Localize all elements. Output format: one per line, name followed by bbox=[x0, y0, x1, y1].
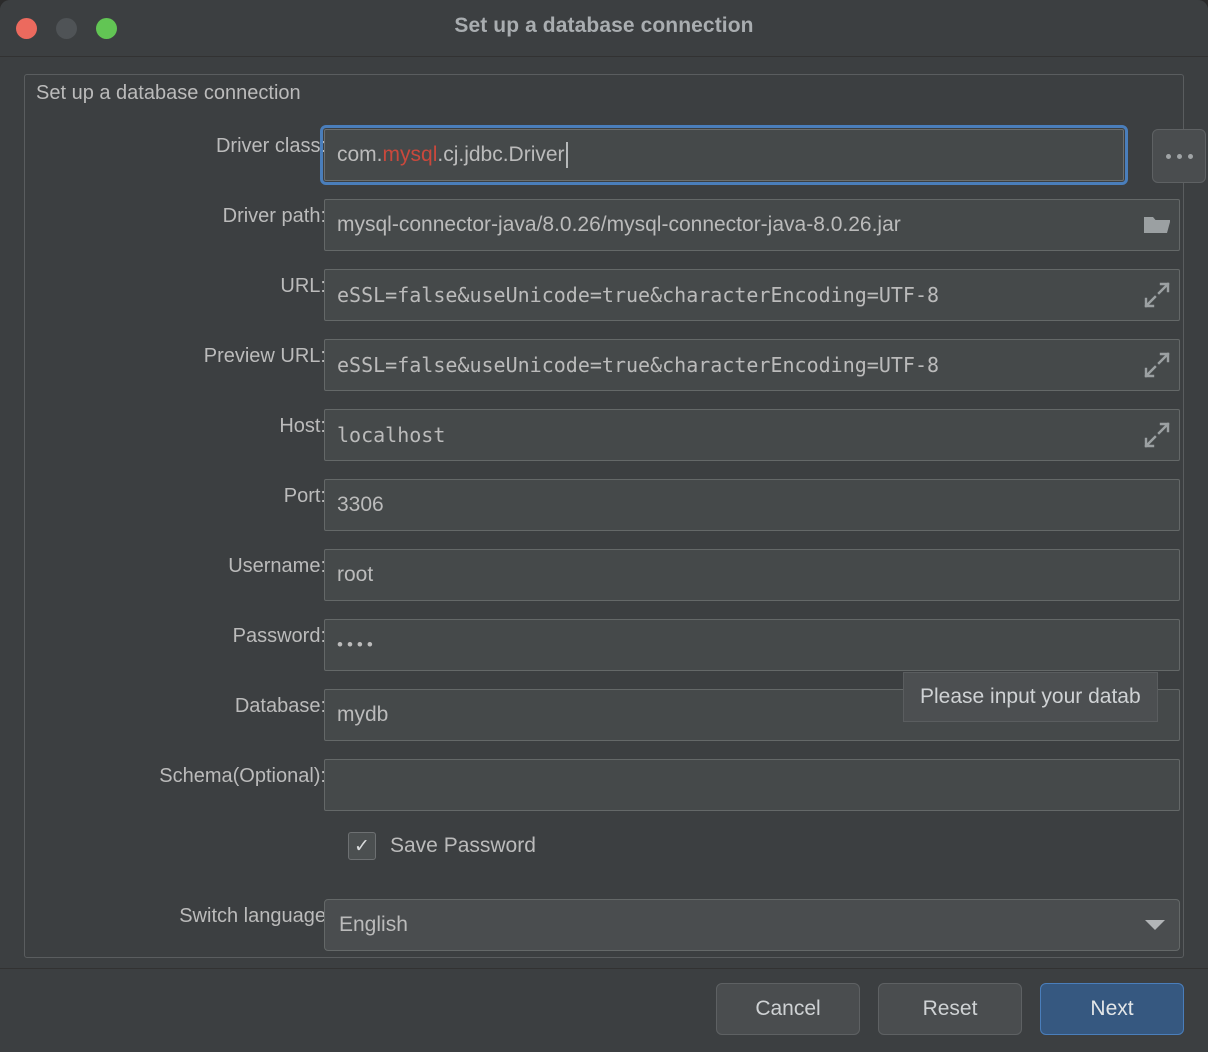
ellipsis-icon bbox=[1165, 153, 1171, 159]
switch-language-select[interactable]: English bbox=[324, 899, 1180, 951]
form-row-preview-url: Preview URL: eSSL=false&useUnicode=true&… bbox=[24, 330, 1184, 400]
form-row-switch-language: Switch language English bbox=[24, 890, 1184, 960]
footer-button-group: Cancel Reset Next bbox=[716, 983, 1184, 1035]
expand-icon[interactable] bbox=[1135, 340, 1179, 390]
folder-icon[interactable] bbox=[1135, 200, 1179, 250]
window-title: Set up a database connection bbox=[454, 14, 754, 37]
save-password-checkbox[interactable]: ✓ bbox=[348, 832, 376, 860]
form-row-schema: Schema(Optional): bbox=[24, 750, 1184, 820]
label-preview-url: Preview URL: bbox=[203, 345, 326, 367]
form-row-password: Password: •••• bbox=[24, 610, 1184, 680]
label-host: Host: bbox=[279, 415, 326, 437]
connection-form: Driver class: com.mysql.cj.jdbc.Driver .… bbox=[24, 120, 1206, 960]
label-schema: Schema(Optional): bbox=[159, 765, 326, 787]
driver-path-value: mysql-connector-java/8.0.26/mysql-connec… bbox=[337, 213, 901, 236]
host-value: localhost bbox=[337, 423, 446, 447]
dialog-window: Set up a database connection Set up a da… bbox=[0, 0, 1208, 1052]
checkmark-icon: ✓ bbox=[354, 835, 370, 857]
driver-class-value-highlight: mysql bbox=[382, 143, 438, 166]
tooltip-text: Please input your datab bbox=[920, 685, 1141, 708]
password-input[interactable]: •••• bbox=[324, 619, 1180, 671]
form-row-host: Host: localhost bbox=[24, 400, 1184, 470]
label-driver-path: Driver path: bbox=[222, 205, 326, 227]
label-driver-class: Driver class: bbox=[215, 135, 326, 157]
driver-path-input[interactable]: mysql-connector-java/8.0.26/mysql-connec… bbox=[324, 199, 1180, 251]
form-row-port: Port: 3306 bbox=[24, 470, 1184, 540]
schema-input[interactable] bbox=[324, 759, 1180, 811]
form-row-save-password: ✓ Save Password bbox=[24, 820, 1184, 890]
group-box-legend: Set up a database connection bbox=[28, 82, 309, 105]
url-value: eSSL=false&useUnicode=true&characterEnco… bbox=[337, 283, 940, 307]
driver-class-input[interactable]: com. mysql .cj.jdbc.Driver bbox=[320, 125, 1128, 185]
driver-class-value-suffix: .cj.jdbc.Driver bbox=[437, 143, 565, 166]
port-value: 3306 bbox=[337, 493, 384, 516]
url-input[interactable]: eSSL=false&useUnicode=true&characterEnco… bbox=[324, 269, 1180, 321]
password-value: •••• bbox=[337, 635, 377, 654]
database-value: mydb bbox=[337, 703, 389, 726]
label-password: Password: bbox=[232, 625, 326, 647]
save-password-label: Save Password bbox=[390, 834, 536, 857]
ellipsis-icon bbox=[1187, 153, 1193, 159]
label-port: Port: bbox=[283, 485, 326, 507]
cancel-button[interactable]: Cancel bbox=[716, 983, 860, 1035]
form-row-driver-path: Driver path: mysql-connector-java/8.0.26… bbox=[24, 190, 1184, 260]
driver-class-value-prefix: com. bbox=[337, 143, 383, 166]
ellipsis-icon bbox=[1176, 153, 1182, 159]
form-row-driver-class: Driver class: com.mysql.cj.jdbc.Driver .… bbox=[24, 120, 1206, 190]
preview-url-input[interactable]: eSSL=false&useUnicode=true&characterEnco… bbox=[324, 339, 1180, 391]
label-username: Username: bbox=[228, 555, 326, 577]
expand-icon[interactable] bbox=[1135, 410, 1179, 460]
port-input[interactable]: 3306 bbox=[324, 479, 1180, 531]
host-input[interactable]: localhost bbox=[324, 409, 1180, 461]
reset-button[interactable]: Reset bbox=[878, 983, 1022, 1035]
label-database: Database: bbox=[234, 695, 326, 717]
preview-url-value: eSSL=false&useUnicode=true&characterEnco… bbox=[337, 353, 940, 377]
save-password-checkbox-group[interactable]: ✓ Save Password bbox=[348, 832, 536, 860]
dialog-footer: Cancel Reset Next bbox=[0, 968, 1208, 1052]
label-url: URL: bbox=[280, 275, 326, 297]
expand-icon[interactable] bbox=[1135, 270, 1179, 320]
browse-driver-class-button[interactable]: ... bbox=[1152, 129, 1206, 183]
switch-language-value: English bbox=[339, 913, 408, 936]
database-tooltip: Please input your datab bbox=[903, 672, 1158, 722]
title-bar: Set up a database connection bbox=[0, 0, 1208, 57]
label-switch-language: Switch language bbox=[179, 905, 326, 927]
form-row-username: Username: root bbox=[24, 540, 1184, 610]
text-caret bbox=[565, 142, 568, 168]
username-input[interactable]: root bbox=[324, 549, 1180, 601]
form-row-url: URL: eSSL=false&useUnicode=true&characte… bbox=[24, 260, 1184, 330]
next-button[interactable]: Next bbox=[1040, 983, 1184, 1035]
chevron-down-icon bbox=[1145, 920, 1165, 930]
username-value: root bbox=[337, 563, 374, 586]
